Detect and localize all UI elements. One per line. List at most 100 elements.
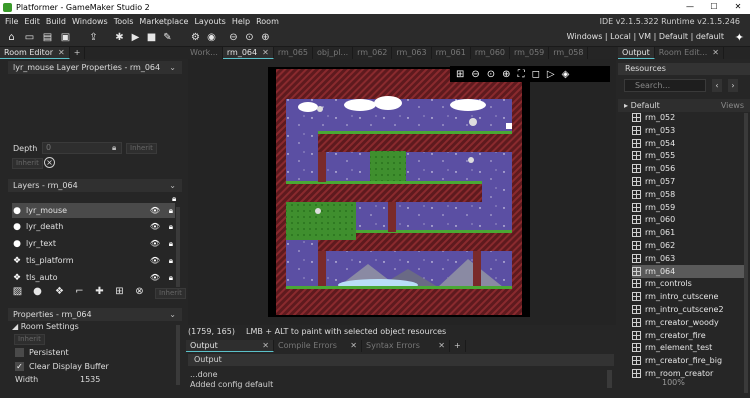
menu-room[interactable]: Room	[256, 17, 279, 26]
menu-layouts[interactable]: Layouts	[194, 17, 225, 26]
resource-item[interactable]: rm_062	[632, 239, 748, 252]
clear-icon[interactable]: ×	[44, 157, 55, 168]
minimize-button[interactable]: —	[678, 0, 702, 14]
resource-item[interactable]: rm_064	[632, 264, 748, 278]
tab-obj-player[interactable]: obj_pl...	[313, 47, 354, 59]
play-icon[interactable]: ▷	[547, 69, 555, 80]
zoom-reset-icon[interactable]: ⊙	[244, 32, 255, 43]
add-folder-icon[interactable]: ⊞	[114, 286, 125, 297]
eye-icon[interactable]: 👁︎	[150, 239, 160, 248]
preferences-icon[interactable]: ◉	[206, 32, 217, 43]
eye-icon[interactable]: 👁︎	[150, 222, 160, 231]
eye-icon[interactable]: 👁︎	[150, 256, 160, 265]
zoom-out-icon[interactable]: ⊖	[228, 32, 239, 43]
tab-room-edit[interactable]: Room Edit... ✕	[655, 47, 724, 59]
target-selector[interactable]: Windows | Local | VM | Default | default	[567, 32, 724, 41]
tab-workspace[interactable]: Work...	[186, 47, 223, 59]
tab-rm-064[interactable]: rm_064 ✕	[222, 47, 274, 59]
eye-icon[interactable]: 👁︎	[150, 273, 160, 282]
delete-layer-icon[interactable]: ⊗	[134, 286, 145, 297]
close-icon[interactable]: ✕	[712, 48, 719, 57]
grid-icon[interactable]: ⊞	[456, 69, 464, 80]
layer-row[interactable]: ● lyr_mouse 👁︎ 🔒︎	[12, 203, 175, 218]
lock-icon[interactable]: 🔒︎	[169, 222, 173, 232]
zoom-in-icon[interactable]: ⊕	[502, 69, 510, 80]
stop-icon[interactable]: ■	[146, 32, 157, 43]
layer-row[interactable]: ❖ tls_platform 👁︎ 🔒︎	[12, 253, 175, 268]
tab-rm-060[interactable]: rm_060	[471, 47, 511, 59]
close-icon[interactable]: ✕	[58, 48, 65, 57]
frame-icon[interactable]: ◻	[532, 69, 540, 80]
lock-icon[interactable]: 🔒︎	[169, 256, 173, 266]
tab-room-editor[interactable]: Room Editor ✕	[0, 47, 70, 59]
add-asset-layer-icon[interactable]: ✚	[94, 286, 105, 297]
resource-item[interactable]: rm_creator_woody	[632, 316, 748, 329]
lock-icon[interactable]: 🔒︎	[112, 143, 116, 153]
close-icon[interactable]: ✕	[350, 340, 357, 352]
game-options-icon[interactable]: ⚙	[190, 32, 201, 43]
inherit-depth-button[interactable]: Inherit	[126, 143, 157, 154]
layer-row[interactable]: ● lyr_death 👁︎ 🔒︎	[12, 219, 175, 234]
clear-display-buffer-checkbox[interactable]: ✓	[15, 362, 24, 371]
resource-item[interactable]: rm_056	[632, 162, 748, 175]
open-project-icon[interactable]: ▤	[42, 32, 53, 43]
tab-rm-058[interactable]: rm_058	[549, 47, 589, 59]
zoom-in-icon[interactable]: ⊕	[260, 32, 271, 43]
output-scrollbar[interactable]	[607, 370, 612, 388]
target-settings-icon[interactable]: ✦	[735, 31, 744, 44]
resource-item[interactable]: rm_controls	[632, 277, 748, 290]
layer-row[interactable]: ● lyr_text 👁︎ 🔒︎	[12, 236, 175, 251]
maximize-button[interactable]: ☐	[702, 0, 726, 14]
tab-compile-errors[interactable]: Compile Errors ✕	[274, 340, 362, 352]
eye-icon[interactable]: 👁︎	[150, 206, 160, 215]
menu-build[interactable]: Build	[46, 17, 66, 26]
resource-item[interactable]: rm_061	[632, 226, 748, 239]
room-preview[interactable]	[188, 59, 616, 325]
close-button[interactable]: ✕	[726, 0, 750, 14]
resource-item[interactable]: rm_060	[632, 213, 748, 226]
room-canvas[interactable]: ⊞ ⊖ ⊙ ⊕ ⛶ ◻ ▷ ◈	[188, 59, 616, 325]
zoom-reset-icon[interactable]: ⊙	[487, 69, 495, 80]
resource-item[interactable]: rm_054	[632, 137, 748, 150]
width-value[interactable]: 1535	[80, 375, 100, 384]
layers-header[interactable]: Layers - rm_064 ⌄	[8, 179, 182, 192]
clean-icon[interactable]: ✎	[162, 32, 173, 43]
run-icon[interactable]: ▶	[130, 32, 141, 43]
close-icon[interactable]: ✕	[262, 48, 269, 57]
debug-icon[interactable]: ✱	[114, 32, 125, 43]
menu-file[interactable]: File	[5, 17, 18, 26]
resources-scrollbar[interactable]	[744, 113, 748, 393]
menu-tools[interactable]: Tools	[114, 17, 134, 26]
tab-output[interactable]: Output ✕	[186, 340, 274, 352]
layers-scrollbar[interactable]	[176, 207, 180, 287]
zoom-out-icon[interactable]: ⊖	[471, 69, 479, 80]
resource-item[interactable]: rm_element_test	[632, 341, 748, 354]
add-instance-layer-icon[interactable]: ●	[32, 286, 43, 297]
inherit-layers-button[interactable]: Inherit	[155, 288, 186, 299]
close-icon[interactable]: ✕	[438, 340, 445, 352]
resource-item[interactable]: rm_intro_cutscene	[632, 290, 748, 303]
persistent-checkbox[interactable]	[15, 348, 24, 357]
home-icon[interactable]: ⌂	[6, 32, 17, 43]
close-icon[interactable]: ✕	[262, 340, 269, 352]
tab-rm-065[interactable]: rm_065	[274, 47, 314, 59]
layer-properties-header[interactable]: lyr_mouse Layer Properties - rm_064 ⌄	[8, 61, 182, 74]
create-executable-icon[interactable]: ⇪	[88, 32, 99, 43]
tab-syntax-errors[interactable]: Syntax Errors ✕	[362, 340, 450, 352]
save-icon[interactable]: ▣	[60, 32, 71, 43]
tab-rm-062[interactable]: rm_062	[353, 47, 393, 59]
inherit-room-button[interactable]: Inherit	[14, 334, 45, 345]
resource-item[interactable]: rm_052	[632, 111, 748, 124]
add-tab-icon[interactable]: +	[450, 340, 466, 352]
new-project-icon[interactable]: ▭	[24, 32, 35, 43]
fit-view-icon[interactable]: ⛶	[518, 69, 525, 80]
tab-output-right[interactable]: Output	[618, 47, 655, 59]
inherit-layer-button[interactable]: Inherit	[12, 158, 43, 169]
tab-rm-059[interactable]: rm_059	[510, 47, 550, 59]
resource-item[interactable]: rm_055	[632, 149, 748, 162]
fill-icon[interactable]: ◈	[562, 69, 570, 80]
properties-scrollbar[interactable]	[176, 325, 180, 385]
lock-icon[interactable]: 🔒︎	[169, 273, 173, 283]
menu-marketplace[interactable]: Marketplace	[139, 17, 188, 26]
menu-help[interactable]: Help	[232, 17, 250, 26]
